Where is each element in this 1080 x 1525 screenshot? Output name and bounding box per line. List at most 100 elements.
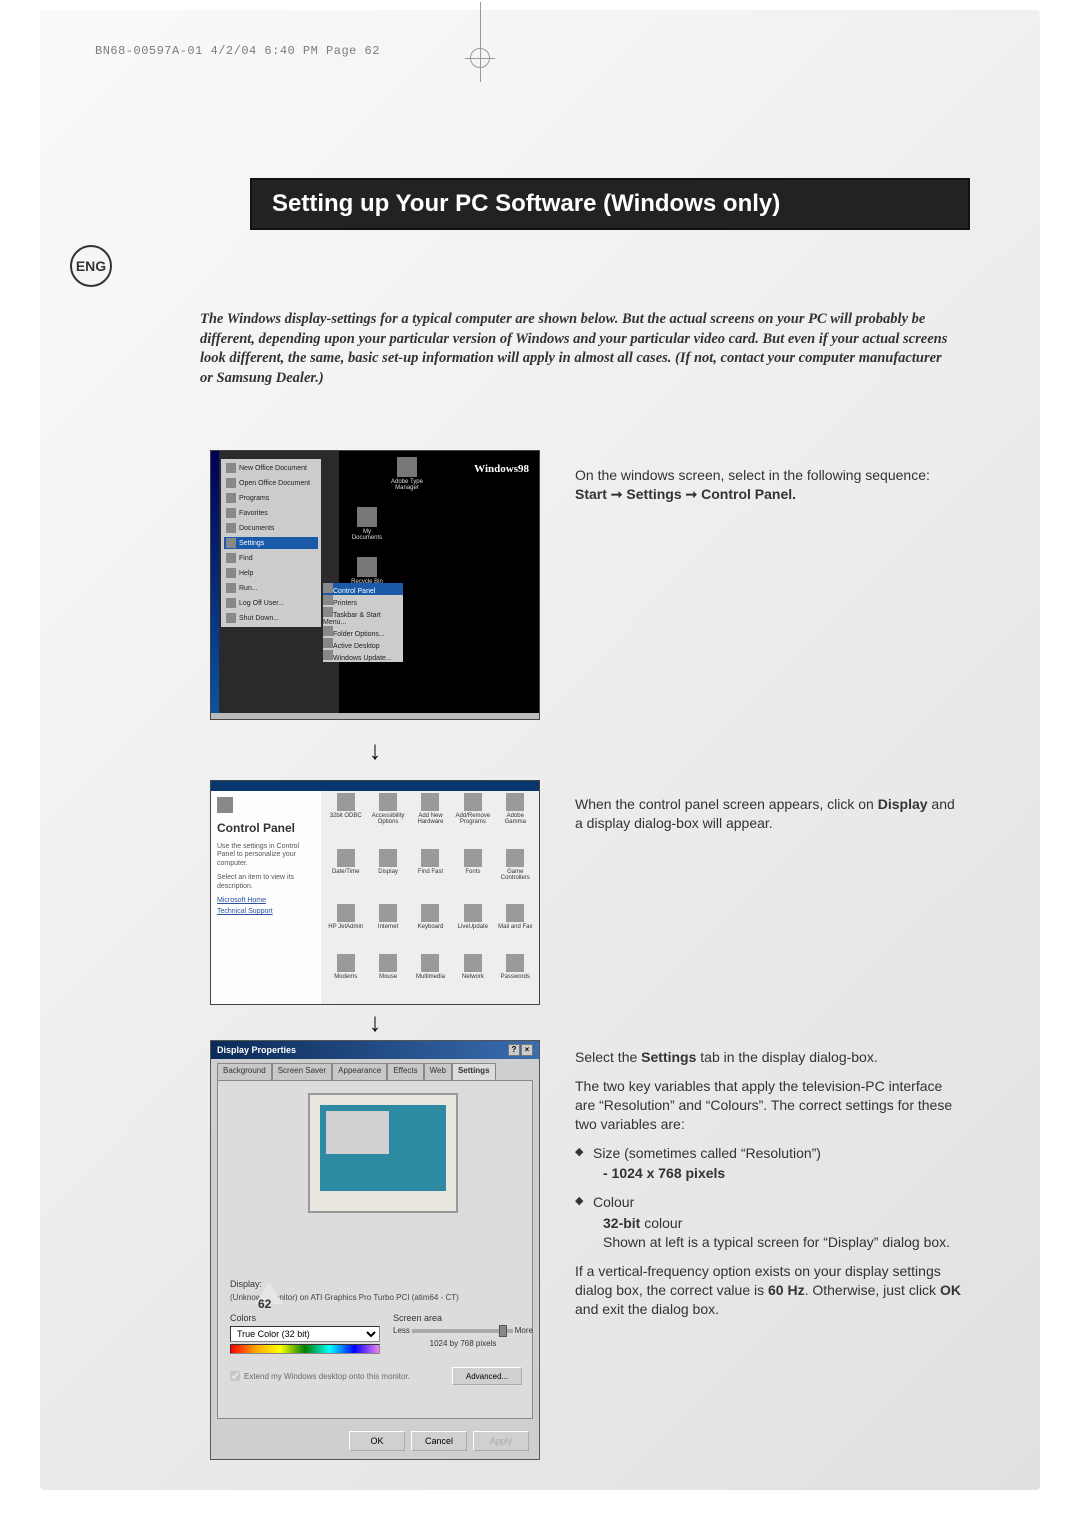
submenu-item-taskbar[interactable]: Taskbar & Start Menu... <box>323 607 403 626</box>
extend-desktop-row: Extend my Windows desktop onto this moni… <box>230 1371 410 1381</box>
cp-item-icon <box>464 849 482 867</box>
step3-l1-post: tab in the display dialog-box. <box>696 1049 877 1065</box>
cp-item-label: Network <box>462 974 484 980</box>
start-menu-item-logoff[interactable]: Log Off User... <box>224 597 318 609</box>
close-button[interactable]: × <box>521 1044 533 1056</box>
cp-item-icon <box>337 954 355 972</box>
tab-settings[interactable]: Settings <box>452 1063 496 1081</box>
taskbar-icon <box>323 607 333 617</box>
cp-item[interactable]: Mouse <box>368 954 407 1001</box>
cp-item-label: Mail and Fax <box>498 924 532 930</box>
dialog-buttons: OK Cancel Apply <box>349 1431 529 1451</box>
cp-item-icon <box>506 793 524 811</box>
slider-thumb[interactable] <box>499 1325 507 1337</box>
extend-desktop-checkbox[interactable] <box>230 1371 240 1381</box>
cp-item[interactable]: 32bit ODBC <box>326 793 365 846</box>
tab-appearance[interactable]: Appearance <box>332 1063 387 1081</box>
start-menu-item-find[interactable]: Find <box>224 552 318 564</box>
step3-l1-pre: Select the <box>575 1049 641 1065</box>
intro-paragraph: The Windows display-settings for a typic… <box>200 310 950 388</box>
cancel-button[interactable]: Cancel <box>411 1431 467 1451</box>
instruction-step2: When the control panel screen appears, c… <box>575 795 965 843</box>
ok-button[interactable]: OK <box>349 1431 405 1451</box>
cp-item[interactable]: Fonts <box>453 849 492 902</box>
cp-link-techsupport[interactable]: Technical Support <box>217 908 315 915</box>
cp-item[interactable]: Find Fast <box>411 849 450 902</box>
cp-item[interactable]: Add/Remove Programs <box>453 793 492 846</box>
cp-item[interactable]: Keyboard <box>411 904 450 951</box>
start-menu-item-documents[interactable]: Documents <box>224 522 318 534</box>
adobe-icon <box>397 457 417 477</box>
start-menu[interactable]: New Office Document Open Office Document… <box>221 459 321 627</box>
resolution-slider[interactable] <box>412 1329 513 1333</box>
help-button[interactable]: ? <box>508 1044 520 1056</box>
cp-item-label: Add New Hardware <box>411 813 450 825</box>
cp-item[interactable]: Date/Time <box>326 849 365 902</box>
cp-item[interactable]: LiveUpdate <box>453 904 492 951</box>
cp-desc: Use the settings in Control Panel to per… <box>217 843 315 868</box>
cp-item[interactable]: Internet <box>368 904 407 951</box>
submenu-item-folderopts[interactable]: Folder Options... <box>323 626 403 638</box>
start-menu-item[interactable]: New Office Document <box>224 462 318 474</box>
taskbar[interactable] <box>211 713 539 719</box>
dialog-titlebar: Display Properties ? × <box>211 1041 539 1059</box>
desktop-icon-adobe[interactable]: Adobe Type Manager <box>391 457 423 491</box>
cp-item[interactable]: Network <box>453 954 492 1001</box>
colors-label: Colors <box>230 1313 380 1323</box>
start-menu-item-run[interactable]: Run... <box>224 582 318 594</box>
cp-item-label: Find Fast <box>418 869 443 875</box>
tab-background[interactable]: Background <box>217 1063 272 1081</box>
cp-item[interactable]: Mail and Fax <box>496 904 535 951</box>
tab-screen-saver[interactable]: Screen Saver <box>272 1063 332 1081</box>
start-menu-item-programs[interactable]: Programs <box>224 492 318 504</box>
screenshot-start-menu: Windows98 Adobe Type Manager My Document… <box>210 450 540 720</box>
step1-text: On the windows screen, select in the fol… <box>575 467 930 483</box>
submenu-item-activedesktop[interactable]: Active Desktop <box>323 638 403 650</box>
cp-item[interactable]: Modems <box>326 954 365 1001</box>
cp-item-label: Modems <box>334 974 357 980</box>
cp-item[interactable]: Passwords <box>496 954 535 1001</box>
cp-item-icon <box>379 954 397 972</box>
tab-effects[interactable]: Effects <box>387 1063 423 1081</box>
advanced-button[interactable]: Advanced... <box>452 1367 522 1385</box>
cp-icon-grid: 32bit ODBCAccessibility Options Add New H… <box>326 793 535 1000</box>
start-menu-item-help[interactable]: Help <box>224 567 318 579</box>
language-badge-text: ENG <box>76 258 106 274</box>
find-icon <box>226 553 236 563</box>
windows98-logo-text: Windows98 <box>474 463 529 475</box>
cp-item[interactable]: Adobe Gamma <box>496 793 535 846</box>
apply-button[interactable]: Apply <box>473 1431 529 1451</box>
submenu-item-controlpanel[interactable]: Control Panel <box>323 583 403 595</box>
tab-web[interactable]: Web <box>424 1063 452 1081</box>
cp-item[interactable]: Add New Hardware <box>411 793 450 846</box>
step3-para3-end: and exit the dialog box. <box>575 1301 719 1317</box>
cp-link-mshome[interactable]: Microsoft Home <box>217 897 315 904</box>
desktop-icon-recycle[interactable]: Recycle Bin <box>351 557 383 585</box>
instruction-step1: On the windows screen, select in the fol… <box>575 466 965 514</box>
cp-item[interactable]: Accessibility Options <box>368 793 407 846</box>
submenu-item-winupdate[interactable]: Windows Update... <box>323 650 403 662</box>
mydocs-icon <box>357 507 377 527</box>
desktop-icon-label: Adobe Type Manager <box>391 479 423 491</box>
folderopts-icon <box>323 626 333 636</box>
winupdate-icon <box>323 650 333 660</box>
cp-item[interactable]: Display <box>368 849 407 902</box>
submenu-item-printers[interactable]: Printers <box>323 595 403 607</box>
cp-item-icon <box>421 904 439 922</box>
colors-select[interactable]: True Color (32 bit) <box>230 1326 380 1342</box>
start-menu-item-settings[interactable]: Settings <box>224 537 318 549</box>
language-badge: ENG <box>70 245 112 287</box>
settings-submenu[interactable]: Control Panel Printers Taskbar & Start M… <box>323 583 403 662</box>
start-menu-item[interactable]: Open Office Document <box>224 477 318 489</box>
cp-item[interactable]: Multimedia <box>411 954 450 1001</box>
printers-icon <box>323 595 333 605</box>
cp-item[interactable]: HP JetAdmin <box>326 904 365 951</box>
dialog-title-text: Display Properties <box>217 1045 296 1055</box>
desktop-icon-mydocs[interactable]: My Documents <box>351 507 383 541</box>
cp-item-icon <box>337 849 355 867</box>
cp-item[interactable]: Game Controllers <box>496 849 535 902</box>
start-menu-item-favorites[interactable]: Favorites <box>224 507 318 519</box>
cp-item-icon <box>379 849 397 867</box>
recycle-icon <box>357 557 377 577</box>
start-menu-item-shutdown[interactable]: Shut Down... <box>224 612 318 624</box>
